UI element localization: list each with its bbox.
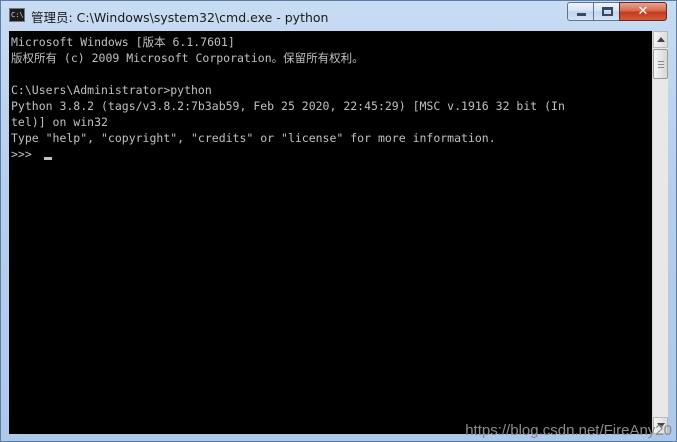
grip-line xyxy=(658,61,664,62)
watermark-text: https://blog.csdn.net/FireAny20 xyxy=(465,422,672,439)
console-area[interactable]: Microsoft Windows [版本 6.1.7601] 版权所有 (c)… xyxy=(9,31,652,434)
close-button[interactable]: ✕ xyxy=(619,2,667,21)
vertical-scrollbar[interactable] xyxy=(652,31,668,434)
console-line: Python 3.8.2 (tags/v3.8.2:7b3ab59, Feb 2… xyxy=(11,99,565,113)
window-title: 管理员: C:\Windows\system32\cmd.exe - pytho… xyxy=(31,10,329,25)
console-prompt[interactable]: >>> xyxy=(11,146,39,162)
maximize-button[interactable] xyxy=(593,2,620,21)
minimize-icon xyxy=(577,13,586,16)
title-bar[interactable]: C:\ 管理员: C:\Windows\system32\cmd.exe - p… xyxy=(1,1,676,31)
cmd-window: C:\ 管理员: C:\Windows\system32\cmd.exe - p… xyxy=(0,0,677,442)
scroll-thumb[interactable] xyxy=(653,49,668,79)
console-line: Type "help", "copyright", "credits" or "… xyxy=(11,131,496,145)
cmd-icon[interactable]: C:\ xyxy=(9,8,25,22)
maximize-icon xyxy=(602,7,613,16)
text-cursor xyxy=(44,157,52,160)
console-line: Microsoft Windows [版本 6.1.7601] xyxy=(11,35,235,49)
minimize-button[interactable] xyxy=(567,2,594,21)
console-line: tel)] on win32 xyxy=(11,115,108,129)
console-line: 版权所有 (c) 2009 Microsoft Corporation。保留所有… xyxy=(11,51,364,65)
close-icon: ✕ xyxy=(637,4,649,19)
scroll-up-button[interactable] xyxy=(653,31,668,48)
console-line: C:\Users\Administrator>python xyxy=(11,83,212,97)
grip-line xyxy=(658,67,664,68)
grip-line xyxy=(658,64,664,65)
up-arrow-icon xyxy=(657,37,665,42)
